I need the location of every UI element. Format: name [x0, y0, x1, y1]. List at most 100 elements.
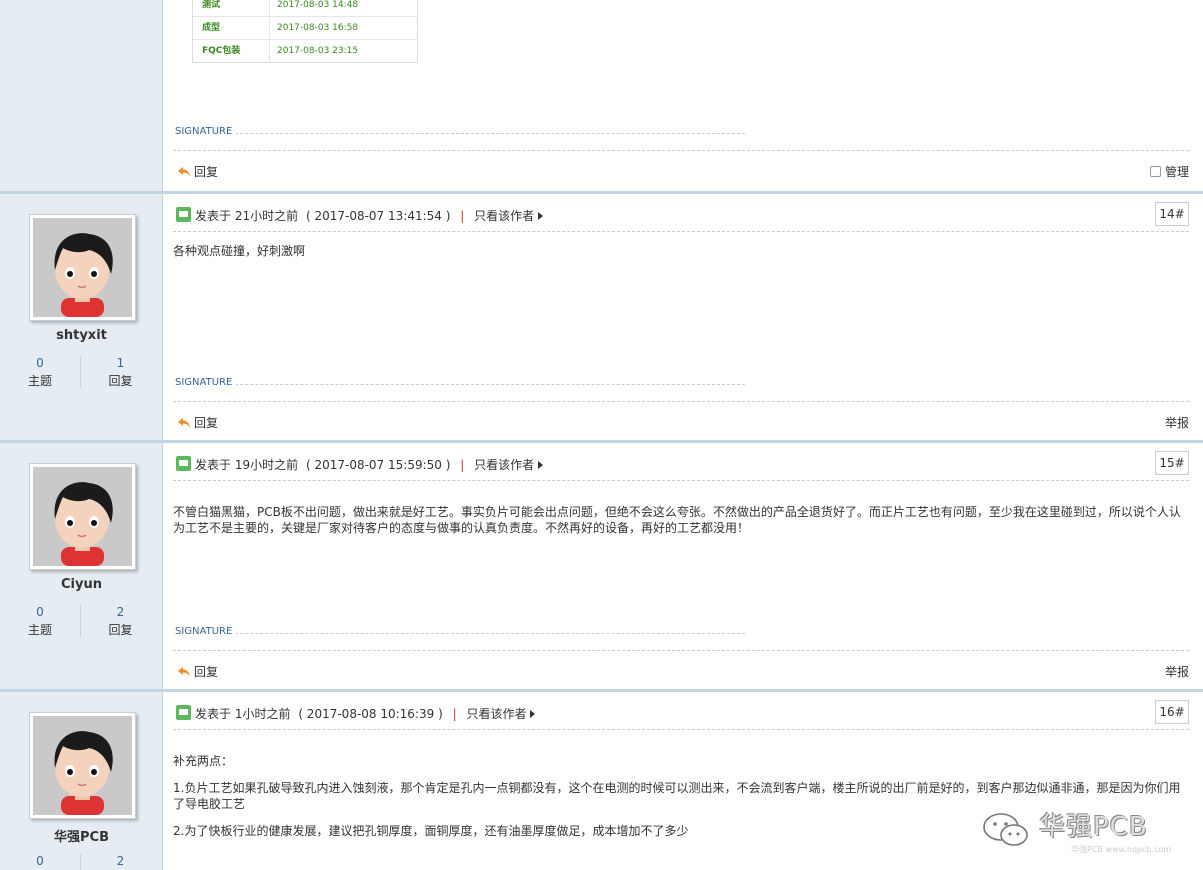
floor-number[interactable]: 16# [1155, 700, 1189, 724]
signature-divider: SIGNATURE [175, 626, 745, 640]
message-paragraph: 各种观点碰撞，好刺激啊 [173, 244, 306, 258]
table-cell-step: 成型 [193, 17, 270, 40]
table-row: 测试 2017-08-03 14:48 [193, 0, 417, 16]
signature-label: SIGNATURE [175, 126, 237, 137]
table-cell-time: 2017-08-03 23:15 [277, 46, 359, 56]
separator: | [452, 707, 457, 721]
floor-number[interactable]: 15# [1155, 451, 1189, 475]
replies-stat[interactable]: 2 回复 [80, 605, 160, 637]
table-row: FQC包装 2017-08-03 23:15 [193, 39, 417, 63]
posted-time: ( 2017-08-08 10:16:39 ) [298, 707, 443, 721]
reply-button[interactable]: 回复 [177, 414, 218, 431]
manage-checkbox[interactable]: 管理 [1149, 163, 1189, 180]
topics-stat[interactable]: 0 主题 [0, 605, 80, 638]
divider [173, 150, 1189, 151]
only-author-link[interactable]: 只看该作者 [474, 209, 534, 223]
posted-prefix: 发表于 [195, 209, 232, 223]
divider [173, 401, 1189, 402]
post-meta: 发表于 21小时之前 ( 2017-08-07 13:41:54 ) | 只看该… [195, 207, 544, 224]
divider [173, 650, 1189, 651]
user-stats: 0 主题 2 回复 [0, 605, 163, 641]
arrow-right-icon [530, 710, 536, 718]
replies-label: 回复 [108, 623, 133, 637]
replies-stat[interactable]: 2回复 [80, 854, 160, 870]
avatar-image [33, 716, 132, 815]
progress-table: 测试 2017-08-03 14:48 成型 2017-08-03 16:58 … [192, 0, 418, 63]
user-stats: 0主题 2回复 [0, 854, 163, 870]
posted-relative: 21小时之前 [234, 209, 299, 223]
avatar[interactable] [29, 214, 136, 321]
posted-relative: 1小时之前 [234, 707, 291, 721]
avatar-image [33, 467, 132, 566]
post-sidebar [0, 0, 163, 191]
arrow-right-icon [538, 461, 544, 469]
username[interactable]: Ciyun [0, 577, 163, 592]
author-online-icon [176, 456, 191, 471]
posted-time: ( 2017-08-07 13:41:54 ) [305, 209, 451, 223]
checkbox-icon[interactable] [1149, 166, 1161, 177]
post-content: 发表于 19小时之前 ( 2017-08-07 15:59:50 ) | 只看该… [163, 443, 1203, 689]
table-cell-step: FQC包装 [193, 40, 270, 63]
signature-divider: SIGNATURE [175, 377, 745, 391]
manage-label: 管理 [1164, 165, 1189, 179]
message-paragraph: 不管白猫黑猫，PCB板不出问题，做出来就是好工艺。事实负片可能会出点问题，但绝不… [173, 505, 1181, 535]
reply-label: 回复 [194, 665, 219, 679]
reply-icon [177, 417, 191, 429]
topics-label: 主题 [27, 623, 52, 637]
only-author-link[interactable]: 只看该作者 [474, 458, 534, 472]
post-message: 各种观点碰撞，好刺激啊 [173, 243, 1183, 270]
table-cell-step: 测试 [193, 0, 270, 16]
reply-label: 回复 [194, 416, 219, 430]
watermark-sub: 华强PCB www.hqpcb.com [1071, 845, 1172, 854]
post-header: 发表于 19小时之前 ( 2017-08-07 15:59:50 ) | 只看该… [173, 451, 1189, 481]
post-content: 发表于 21小时之前 ( 2017-08-07 13:41:54 ) | 只看该… [163, 194, 1203, 440]
author-online-icon [176, 705, 191, 720]
replies-stat[interactable]: 1 回复 [80, 356, 160, 388]
topics-count: 0 [36, 605, 44, 619]
posted-prefix: 发表于 [195, 458, 232, 472]
wechat-icon [983, 813, 1028, 846]
table-cell-time: 2017-08-03 14:48 [277, 0, 359, 10]
arrow-right-icon [538, 212, 544, 220]
topics-stat[interactable]: 0主题 [0, 854, 80, 870]
only-author-link[interactable]: 只看该作者 [466, 707, 526, 721]
post-sidebar: 华强PCB 0主题 2回复 [0, 692, 163, 870]
post-sidebar: shtyxit 0 主题 1 回复 [0, 194, 163, 440]
watermark: 华强PCB 华强PCB www.hqpcb.com [981, 806, 1191, 856]
table-cell-time: 2017-08-03 16:58 [277, 23, 359, 33]
report-button[interactable]: 举报 [1165, 663, 1189, 680]
message-paragraph: 补充两点： [173, 754, 234, 768]
post-header: 发表于 1小时之前 ( 2017-08-08 10:16:39 ) | 只看该作… [173, 700, 1189, 730]
username[interactable]: shtyxit [0, 328, 163, 343]
reply-button[interactable]: 回复 [177, 663, 218, 680]
post-message: 不管白猫黑猫，PCB板不出问题，做出来就是好工艺。事实负片可能会出点问题，但绝不… [173, 504, 1183, 547]
post-15: Ciyun 0 主题 2 回复 发表于 19小时之前 ( 2017-08-07 15… [0, 443, 1203, 692]
post-sidebar: Ciyun 0 主题 2 回复 [0, 443, 163, 689]
avatar[interactable] [29, 463, 136, 570]
replies-count: 2 [116, 605, 125, 619]
posted-prefix: 发表于 [195, 707, 232, 721]
avatar-image [33, 218, 132, 317]
posted-relative: 19小时之前 [234, 458, 299, 472]
replies-label: 回复 [108, 374, 133, 388]
topics-count: 0 [36, 356, 44, 370]
post-header: 发表于 21小时之前 ( 2017-08-07 13:41:54 ) | 只看该… [173, 202, 1189, 232]
signature-divider: SIGNATURE [175, 126, 745, 140]
topics-stat[interactable]: 0主题 [0, 356, 80, 389]
avatar[interactable] [29, 712, 136, 819]
separator: | [460, 458, 465, 472]
reply-icon [177, 166, 191, 178]
report-button[interactable]: 举报 [1165, 414, 1189, 431]
reply-button[interactable]: 回复 [177, 163, 218, 180]
reply-icon [177, 666, 191, 678]
replies-count: 2 [116, 854, 125, 868]
signature-label: SIGNATURE [175, 377, 237, 388]
post-14: shtyxit 0 主题 1 回复 发表于 21小时之前 ( 2017-08-07 … [0, 194, 1203, 443]
author-online-icon [176, 207, 191, 222]
floor-number[interactable]: 14# [1155, 202, 1189, 226]
signature-label: SIGNATURE [175, 626, 237, 637]
username[interactable]: 华强PCB [0, 826, 163, 845]
reply-label: 回复 [194, 165, 219, 179]
post-content: 测试 2017-08-03 14:48 成型 2017-08-03 16:58 … [163, 0, 1203, 191]
post-meta: 发表于 19小时之前 ( 2017-08-07 15:59:50 ) | 只看该… [195, 456, 544, 473]
